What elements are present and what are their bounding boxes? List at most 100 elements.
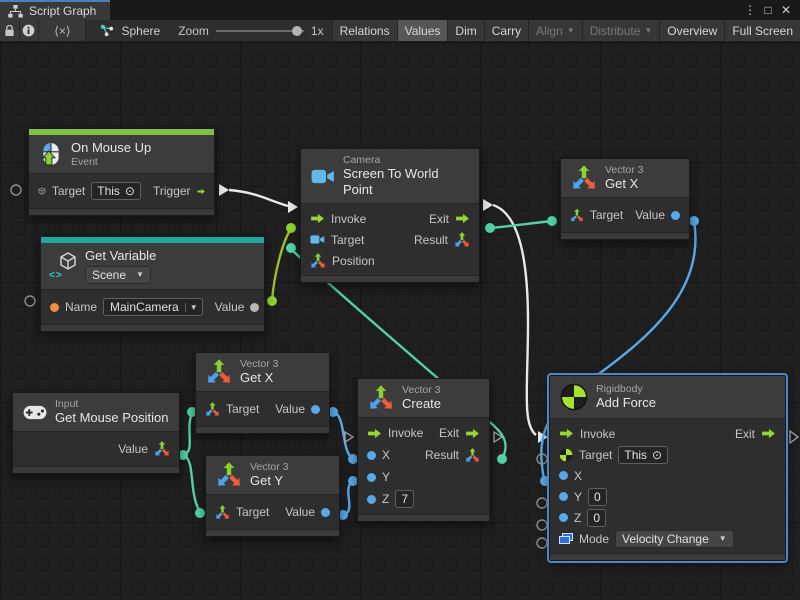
invoke-label: Invoke xyxy=(580,427,615,441)
tab-script-graph[interactable]: Script Graph xyxy=(0,0,110,20)
maximize-icon[interactable]: □ xyxy=(760,3,776,17)
target-object-field[interactable]: This ⊙ xyxy=(91,182,141,200)
rigidbody-port-icon xyxy=(559,448,573,462)
port-variable-value[interactable] xyxy=(267,296,277,306)
port-gety-target[interactable] xyxy=(195,508,205,518)
dim-button[interactable]: Dim xyxy=(447,20,483,41)
flow-arrow-icon xyxy=(455,213,470,224)
values-button[interactable]: Values xyxy=(397,20,448,41)
lock-button[interactable] xyxy=(0,20,20,41)
flow-arrow-icon xyxy=(559,428,574,439)
port-getx-top-target[interactable] xyxy=(547,216,557,226)
overview-button[interactable]: Overview xyxy=(659,20,724,41)
port-getx-top-value[interactable] xyxy=(689,216,699,226)
full-screen-button[interactable]: Full Screen xyxy=(724,20,800,41)
port-variable-name[interactable] xyxy=(25,296,35,306)
window-controls: ⋮ □ ✕ xyxy=(742,0,800,20)
gameobject-cube-icon xyxy=(38,184,46,198)
zoom-slider-handle[interactable] xyxy=(292,26,302,36)
node-title: Create xyxy=(402,396,441,412)
vector3-icon xyxy=(368,385,394,411)
variable-scope-dropdown[interactable]: Scene ▼ xyxy=(85,266,151,284)
relations-button[interactable]: Relations xyxy=(332,20,397,41)
target-label: Target xyxy=(236,505,269,519)
float-port-icon xyxy=(559,513,568,522)
zoom-control: Zoom 1x xyxy=(170,20,331,41)
unity-variable-icon: <> xyxy=(51,253,77,279)
inspect-button[interactable] xyxy=(20,20,40,41)
z-value-field[interactable]: 0 xyxy=(587,509,606,527)
zoom-slider[interactable] xyxy=(216,30,304,32)
chevron-down-icon: ▼ xyxy=(185,303,202,312)
y-label: Y xyxy=(574,490,582,504)
port-camera-target[interactable] xyxy=(286,223,296,233)
port-addforce-z[interactable] xyxy=(537,520,547,530)
node-footer xyxy=(13,466,179,473)
float-port-icon xyxy=(559,471,568,480)
node-get-x-mid[interactable]: Vector 3 Get X Target Value xyxy=(195,352,330,434)
port-camera-result[interactable] xyxy=(485,223,495,233)
code-preview-button[interactable]: ⟨×⟩ xyxy=(39,20,86,41)
object-picker-icon[interactable]: ⊙ xyxy=(652,447,662,463)
z-value-field[interactable]: 7 xyxy=(395,490,414,508)
port-camera-invoke[interactable] xyxy=(288,201,298,213)
result-label: Result xyxy=(414,233,448,247)
node-header: Vector 3 Create xyxy=(358,379,489,418)
kebab-menu-icon[interactable]: ⋮ xyxy=(742,3,758,17)
target-object-field[interactable]: This ⊙ xyxy=(618,446,668,464)
port-camera-position[interactable] xyxy=(286,243,296,253)
position-label: Position xyxy=(332,254,375,268)
rigidbody-icon xyxy=(560,383,588,411)
vector3-icon xyxy=(454,232,470,248)
port-camera-exit[interactable] xyxy=(483,199,493,211)
tab-title: Script Graph xyxy=(29,4,96,18)
wire-mouse-to-getx[interactable] xyxy=(183,413,192,455)
float-port-icon xyxy=(559,492,568,501)
node-footer xyxy=(29,208,214,215)
wire-gety-to-create-y[interactable] xyxy=(343,482,352,515)
value-label: Value xyxy=(118,442,148,456)
wire-variable-to-target[interactable] xyxy=(272,229,291,301)
y-value-field[interactable]: 0 xyxy=(588,488,607,506)
node-on-mouse-up[interactable]: On Mouse Up Event Target This ⊙ Trigger xyxy=(28,128,215,216)
node-get-mouse-position[interactable]: Input Get Mouse Position Value xyxy=(12,392,180,474)
exit-label: Exit xyxy=(439,426,459,440)
port-create-result[interactable] xyxy=(497,454,507,464)
chevron-down-icon: ▼ xyxy=(644,26,652,35)
port-trigger-out[interactable] xyxy=(219,184,229,196)
graph-canvas[interactable]: On Mouse Up Event Target This ⊙ Trigger xyxy=(0,42,800,600)
wire-result-to-getx[interactable] xyxy=(490,221,552,228)
mode-dropdown[interactable]: Velocity Change ▼ xyxy=(615,530,734,548)
port-onmouseup-target[interactable] xyxy=(11,185,21,195)
graph-breadcrumb[interactable]: Sphere xyxy=(86,20,170,41)
align-button[interactable]: Align▼ xyxy=(528,20,582,41)
wire-trigger-to-invoke[interactable] xyxy=(229,190,288,206)
node-get-x-top[interactable]: Vector 3 Get X Target Value xyxy=(560,158,690,240)
toolbar: ⟨×⟩ Sphere Zoom 1x Relations Values Dim … xyxy=(0,20,800,42)
close-icon[interactable]: ✕ xyxy=(778,3,794,17)
wire-mouse-to-gety[interactable] xyxy=(183,455,200,512)
exit-label: Exit xyxy=(429,212,449,226)
target-label: Target xyxy=(590,208,623,222)
carry-button[interactable]: Carry xyxy=(484,20,528,41)
object-port-icon xyxy=(250,303,259,312)
node-header: Rigidbody Add Force xyxy=(550,376,785,419)
node-add-force[interactable]: Rigidbody Add Force Invoke Exit xyxy=(549,375,786,561)
node-screen-to-world-point[interactable]: Camera Screen To World Point Invoke Exit xyxy=(300,148,480,283)
chevron-down-icon: ▼ xyxy=(136,267,144,283)
port-addforce-mode[interactable] xyxy=(537,538,547,548)
vector3-icon xyxy=(310,253,326,269)
port-addforce-y[interactable] xyxy=(537,498,547,508)
node-title: Screen To World Point xyxy=(343,166,469,198)
wire-exit-to-addforce[interactable] xyxy=(493,205,536,435)
node-vector3-create[interactable]: Vector 3 Create Invoke Exit X Result xyxy=(357,378,490,522)
object-picker-icon[interactable]: ⊙ xyxy=(125,183,135,199)
node-get-y[interactable]: Vector 3 Get Y Target Value xyxy=(205,455,340,537)
node-title: Get Variable xyxy=(85,248,156,264)
distribute-button[interactable]: Distribute▼ xyxy=(582,20,660,41)
lock-icon xyxy=(4,24,15,37)
node-get-variable[interactable]: <> Get Variable Scene ▼ Name MainCamera xyxy=(40,236,265,332)
port-addforce-exit[interactable] xyxy=(790,431,798,443)
port-create-invoke[interactable] xyxy=(345,432,353,442)
variable-name-select[interactable]: MainCamera ▼ xyxy=(103,298,203,316)
